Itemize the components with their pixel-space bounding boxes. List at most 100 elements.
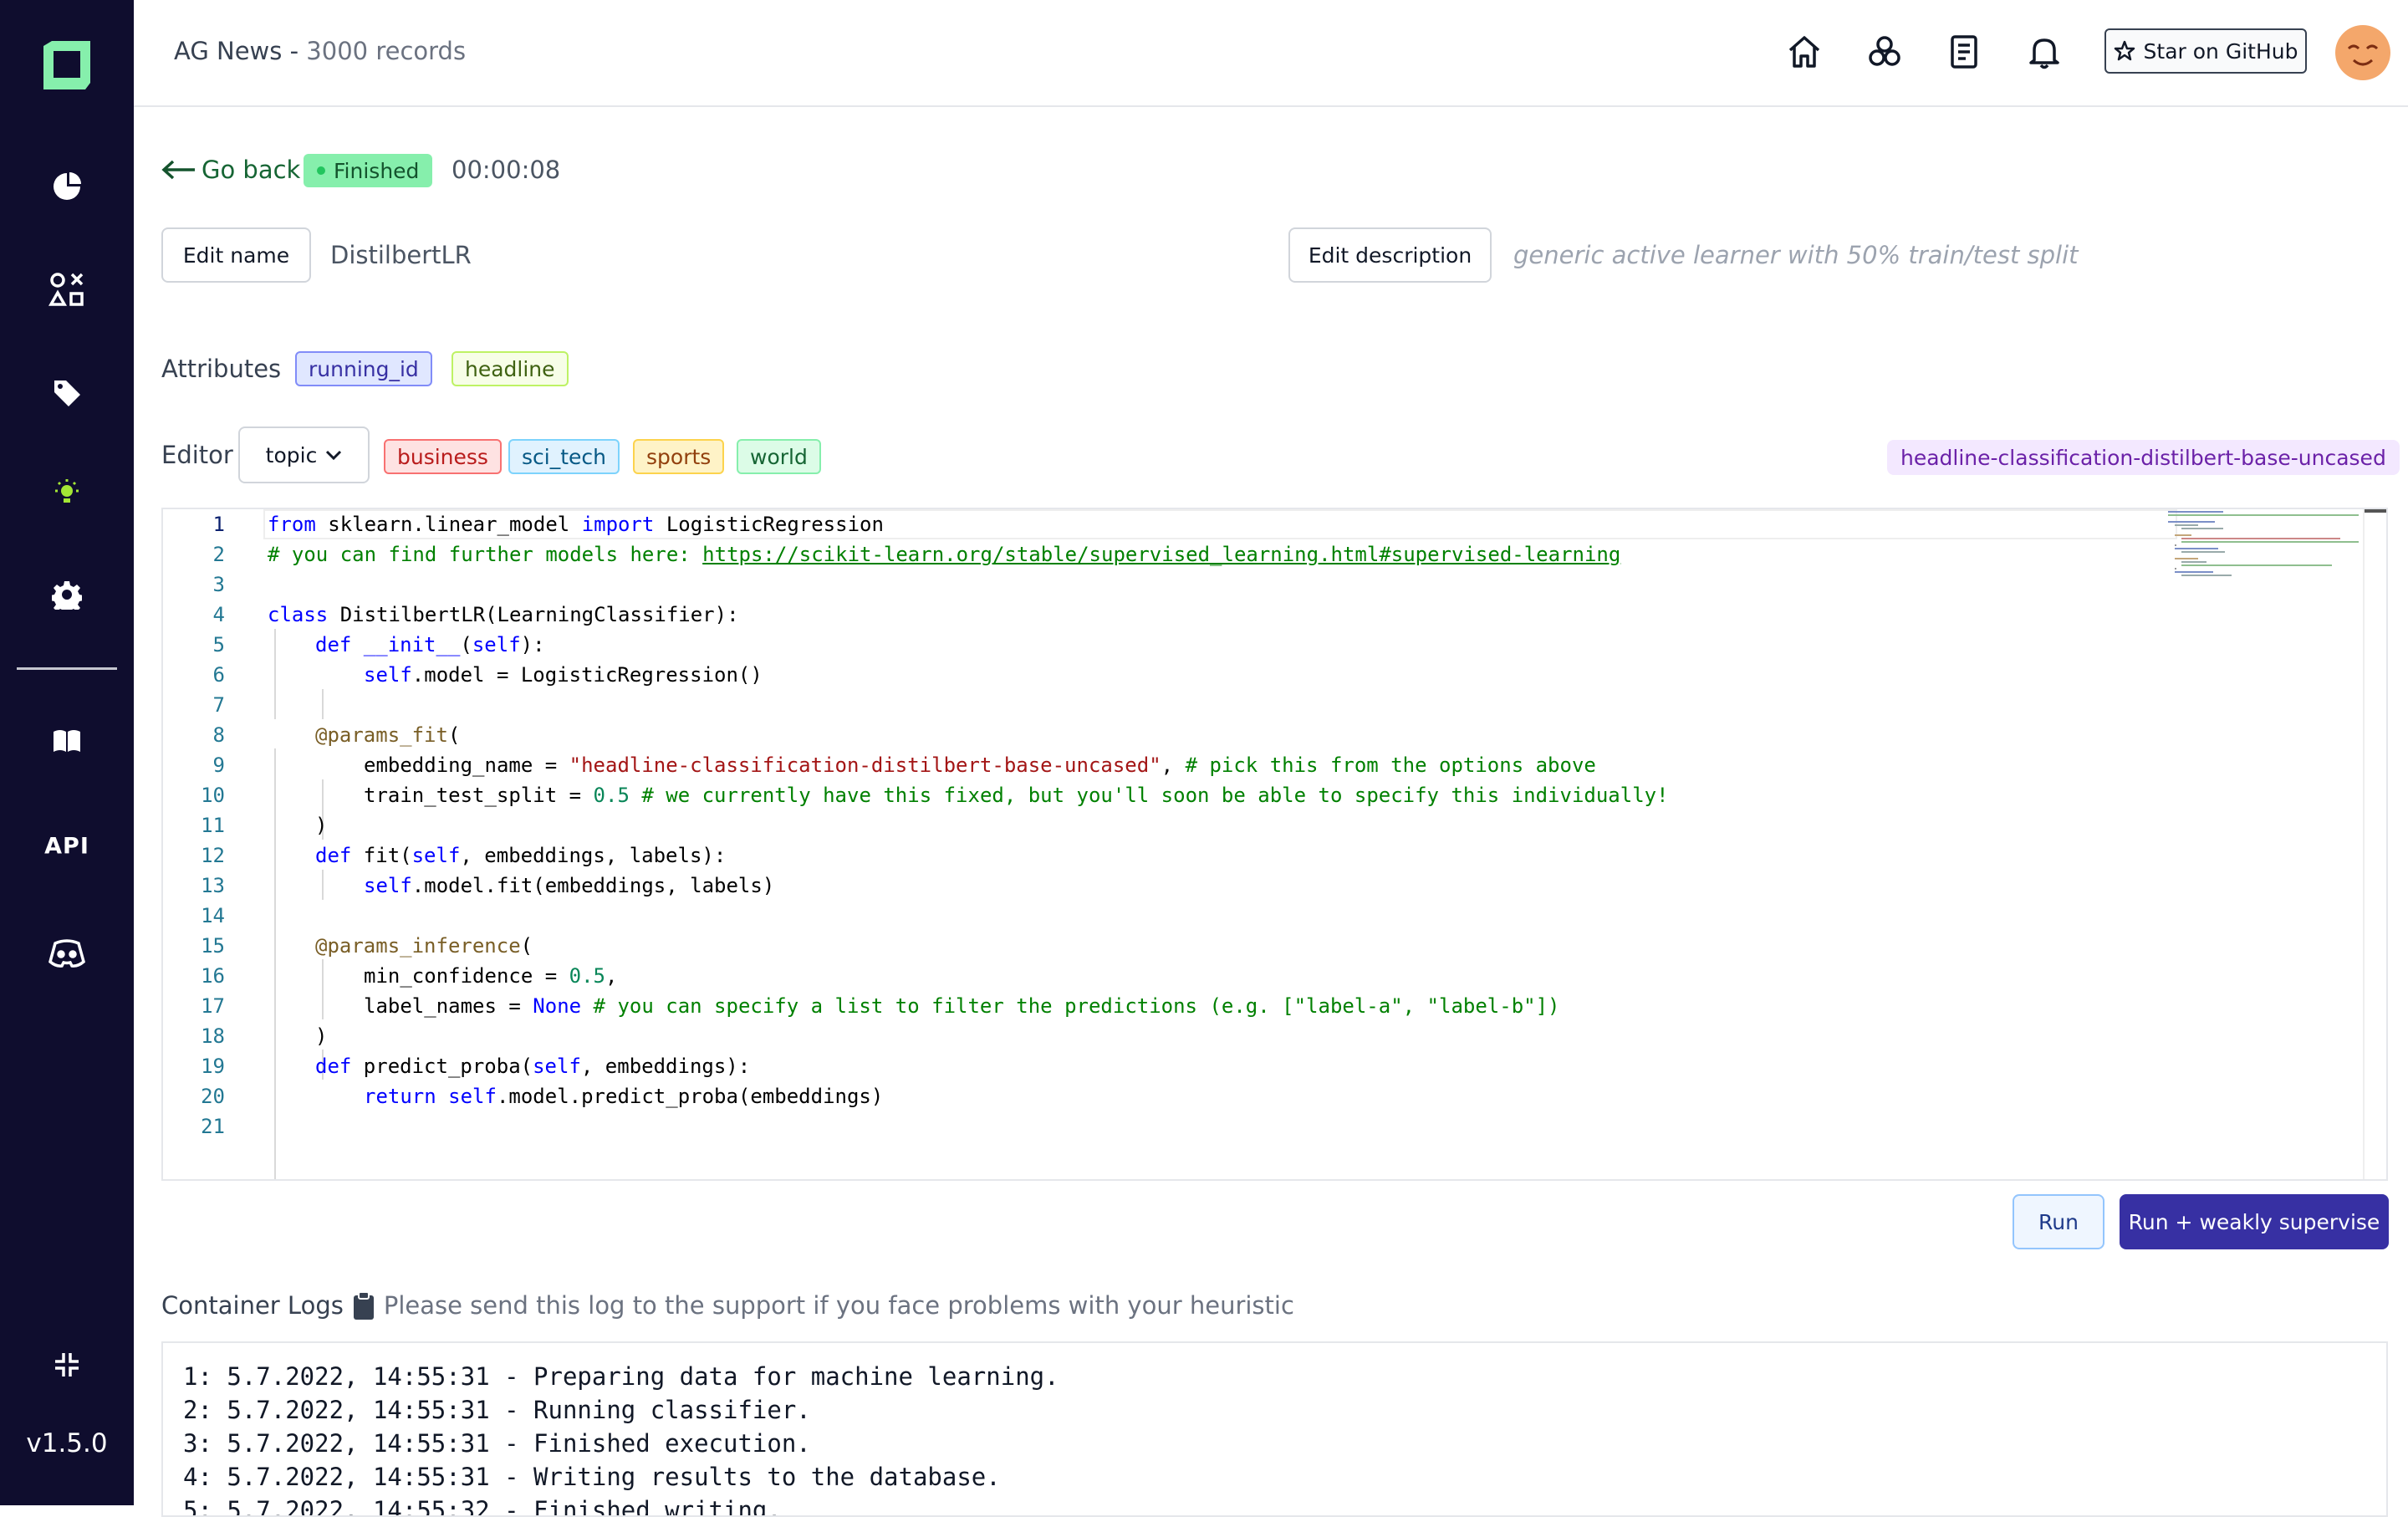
code-editor[interactable]: 1 from sklearn.linear_model import Logist…	[161, 508, 2388, 1181]
run-weakly-supervise-label: Run + weakly supervise	[2128, 1209, 2380, 1234]
project-title-separator: -	[282, 37, 307, 65]
logo-icon[interactable]	[40, 39, 94, 91]
line-number: 20	[201, 1085, 225, 1108]
code-text: self.model.fit(embeddings, labels)	[364, 874, 775, 897]
code-line: 12 def fit(self, embeddings, labels):	[163, 840, 2386, 871]
editor-scroll-thumb[interactable]	[2365, 509, 2386, 513]
code-line: 3	[163, 570, 2386, 600]
code-text: train_test_split = 0.5 # we currently ha…	[364, 784, 1669, 807]
labeling-icon[interactable]	[52, 378, 82, 408]
sidebar: API v1.5.0	[0, 0, 134, 1505]
embedding-chip[interactable]: headline-classification-distilbert-base-…	[1887, 440, 2400, 475]
code-text: # you can find further models here: http…	[268, 543, 1621, 566]
line-number: 15	[201, 934, 225, 958]
code-line: 14	[163, 901, 2386, 931]
editor-minimap[interactable]	[2165, 509, 2361, 585]
clipboard-icon[interactable]	[352, 1290, 375, 1320]
container-logs-hint: Please send this log to the support if y…	[383, 1291, 1294, 1320]
docs-icon[interactable]	[52, 728, 82, 753]
line-number: 12	[201, 844, 225, 867]
collapse-icon[interactable]	[53, 1351, 81, 1379]
code-text: def fit(self, embeddings, labels):	[315, 844, 727, 867]
task-dropdown[interactable]: topic	[238, 426, 370, 483]
code-line: 8 @params_fit(	[163, 720, 2386, 750]
code-text: return self.model.predict_proba(embeddin…	[364, 1085, 884, 1108]
attribute-chip-running-id[interactable]: running_id	[295, 351, 432, 386]
code-text: from sklearn.linear_model import Logisti…	[268, 513, 884, 536]
discord-icon[interactable]	[48, 938, 85, 968]
models-icon[interactable]	[50, 477, 84, 510]
code-line: 13 self.model.fit(embeddings, labels)	[163, 871, 2386, 901]
line-number: 2	[212, 543, 225, 566]
settings-icon[interactable]	[52, 580, 82, 610]
log-line: 3: 5.7.2022, 14:55:31 - Finished executi…	[183, 1429, 811, 1458]
home-icon[interactable]	[1781, 28, 1828, 75]
line-number: 3	[212, 573, 225, 596]
log-line: 1: 5.7.2022, 14:55:31 - Preparing data f…	[183, 1362, 1059, 1391]
container-logs-box[interactable]: 1: 5.7.2022, 14:55:31 - Preparing data f…	[161, 1341, 2388, 1517]
docs-link[interactable]: https://scikit-learn.org/stable/supervis…	[702, 543, 1620, 566]
go-back-link[interactable]: Go back	[161, 156, 300, 184]
record-count: 3000 records	[306, 37, 467, 65]
container-logs-title: Container Logs	[161, 1291, 344, 1320]
run-weakly-supervise-button[interactable]: Run + weakly supervise	[2120, 1194, 2389, 1249]
star-icon	[2114, 40, 2135, 61]
notifications-icon[interactable]	[2021, 28, 2068, 75]
edit-name-button[interactable]: Edit name	[161, 227, 311, 283]
code-text: @params_fit(	[315, 723, 461, 747]
code-line: 2 # you can find further models here: htt…	[163, 539, 2386, 570]
arrow-left-icon	[161, 160, 195, 180]
line-number: 6	[212, 663, 225, 687]
edit-description-button[interactable]: Edit description	[1288, 227, 1492, 283]
github-button-label: Star on GitHub	[2143, 38, 2298, 64]
label-chip-world[interactable]: world	[737, 439, 821, 474]
code-text: )	[315, 1024, 328, 1048]
code-text: @params_inference(	[315, 934, 533, 958]
line-number: 21	[201, 1115, 225, 1138]
api-icon[interactable]: API	[44, 834, 89, 860]
code-text: def __init__(self):	[315, 633, 545, 656]
line-number: 9	[212, 753, 225, 777]
api-label: API	[44, 833, 89, 860]
projects-icon[interactable]	[1861, 28, 1908, 75]
code-line: 21	[163, 1111, 2386, 1142]
edit-name-label: Edit name	[182, 243, 290, 268]
document-icon[interactable]	[1941, 28, 1987, 75]
avatar[interactable]	[2335, 25, 2390, 80]
code-text: label_names = None # you can specify a l…	[364, 994, 1560, 1018]
editor-scrollbar[interactable]	[2363, 509, 2386, 1179]
line-number: 10	[201, 784, 225, 807]
heuristics-icon[interactable]	[48, 271, 85, 308]
code-line: 18)	[163, 1021, 2386, 1051]
code-line: 16 min_confidence = 0.5,	[163, 961, 2386, 991]
sidebar-divider	[17, 667, 117, 670]
star-on-github-button[interactable]: Star on GitHub	[2104, 28, 2307, 74]
attribute-chip-headline[interactable]: headline	[452, 351, 569, 386]
label-chip-business[interactable]: business	[384, 439, 502, 474]
label-chip-sports[interactable]: sports	[633, 439, 725, 474]
project-title: AG News - 3000 records	[174, 37, 466, 65]
status-dot	[317, 166, 325, 175]
go-back-label: Go back	[202, 156, 301, 184]
run-button[interactable]: Run	[2013, 1194, 2104, 1249]
app-version: v1.5.0	[26, 1428, 108, 1458]
code-line: 4 class DistilbertLR(LearningClassifier):	[163, 600, 2386, 630]
code-line: 7	[163, 690, 2386, 720]
code-line: 6 self.model = LogisticRegression()	[163, 660, 2386, 690]
attributes-label: Attributes	[161, 355, 282, 383]
overview-icon[interactable]	[51, 171, 83, 202]
line-number: 13	[201, 874, 225, 897]
chevron-down-icon	[326, 450, 342, 461]
log-line: 4: 5.7.2022, 14:55:31 - Writing results …	[183, 1463, 1001, 1491]
line-number: 8	[212, 723, 225, 747]
code-line: 5 def __init__(self):	[163, 630, 2386, 660]
task-dropdown-value: topic	[265, 442, 318, 467]
run-duration: 00:00:08	[452, 156, 561, 184]
label-chip-sci-tech[interactable]: sci_tech	[508, 439, 620, 474]
run-button-label: Run	[2038, 1209, 2079, 1234]
code-line: 15 @params_inference(	[163, 931, 2386, 961]
code-line: 11)	[163, 810, 2386, 840]
log-line: 2: 5.7.2022, 14:55:31 - Running classifi…	[183, 1396, 811, 1424]
heuristic-description: generic active learner with 50% train/te…	[1513, 241, 2079, 269]
edit-description-label: Edit description	[1308, 243, 1472, 268]
